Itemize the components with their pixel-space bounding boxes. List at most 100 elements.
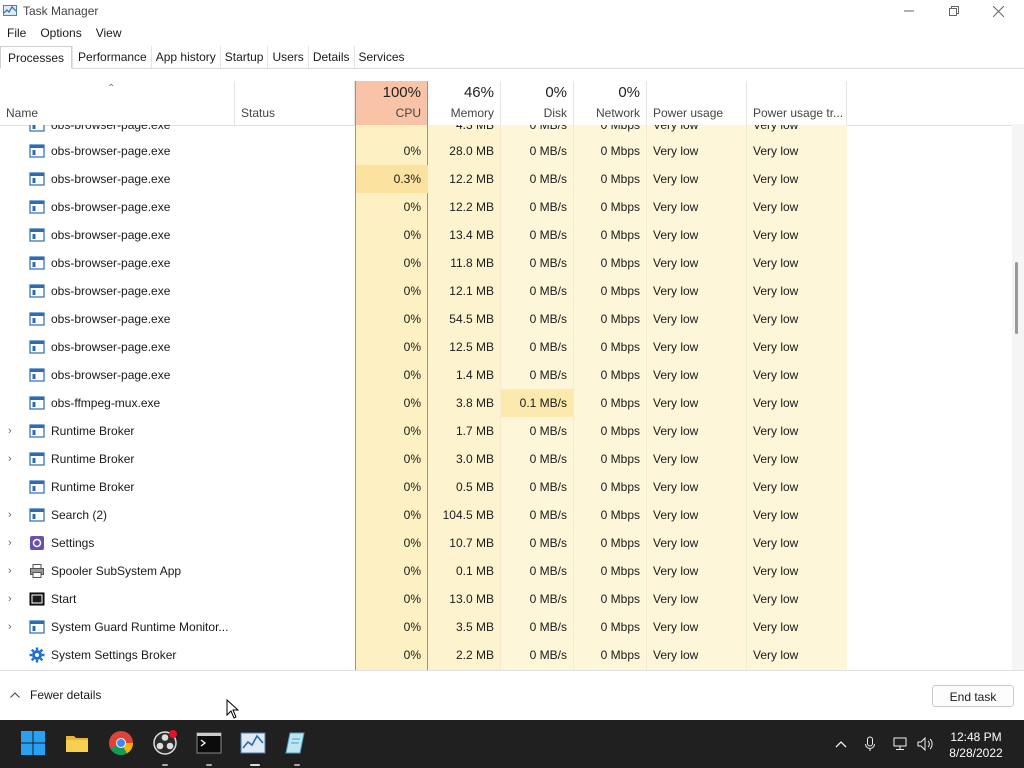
table-row[interactable]: › Start 0% 13.0 MB 0 MB/s 0 Mbps Very low Very … [0, 585, 1012, 613]
notepad-icon[interactable] [284, 730, 310, 756]
table-row[interactable]: obs-browser-page.exe 0% 12.2 MB 0 MB/s 0 Mbp… [0, 193, 1012, 221]
windows-start-icon[interactable] [20, 730, 46, 756]
column-header-power-usage[interactable]: Power usage [647, 81, 747, 125]
table-row[interactable]: › Spooler SubSystem App 0% 0.1 MB 0 MB/s 0 Mb… [0, 557, 1012, 585]
expand-chevron-right-icon[interactable]: › [8, 613, 12, 641]
network-value: 0 Mbps [600, 228, 640, 242]
disk-value: 0 MB/s [529, 284, 567, 298]
table-row[interactable]: obs-browser-page.exe 0% 12.5 MB 0 MB/s 0 Mbp… [0, 333, 1012, 361]
power-trend-value: Very low [753, 620, 799, 634]
end-task-button[interactable]: End task [932, 685, 1014, 707]
tab-services[interactable]: Services [353, 46, 409, 68]
cpu-value: 0% [403, 508, 421, 522]
column-header-disk[interactable]: 0% Disk [501, 81, 574, 125]
table-row[interactable]: obs-browser-page.exe 0% 12.1 MB 0 MB/s 0 Mbp… [0, 277, 1012, 305]
power-trend-value: Very low [753, 648, 799, 662]
scrollbar-thumb[interactable] [1015, 262, 1018, 334]
obs-studio-icon[interactable] [152, 730, 178, 756]
table-row[interactable]: › Runtime Broker 0% 1.7 MB 0 MB/s 0 Mbps Very … [0, 417, 1012, 445]
disk-value: 0 MB/s [529, 424, 567, 438]
tab-users[interactable]: Users [267, 46, 307, 68]
table-row[interactable]: obs-browser-page.exe 0% 28.0 MB 0 MB/s 0 Mbp… [0, 137, 1012, 165]
process-name: Runtime Broker [51, 424, 135, 438]
power-value: Very low [653, 424, 699, 438]
active-indicator [250, 764, 260, 766]
table-row[interactable]: obs-browser-page.exe 0.3% 12.2 MB 0 MB/s 0 M… [0, 165, 1012, 193]
memory-value: 1.7 MB [455, 424, 494, 438]
app-window-icon [29, 125, 45, 132]
app-window-icon [29, 452, 45, 466]
network-icon[interactable] [891, 734, 911, 754]
window-title: Task Manager [23, 4, 99, 18]
expand-chevron-right-icon[interactable]: › [8, 529, 12, 557]
table-row[interactable]: obs-browser-page.exe 0% 54.5 MB 0 MB/s 0 Mbp… [0, 305, 1012, 333]
microphone-icon[interactable] [860, 734, 880, 754]
expand-chevron-right-icon[interactable]: › [8, 417, 12, 445]
tab-details[interactable]: Details [307, 46, 354, 68]
cpu-value: 0% [403, 592, 421, 606]
disk-value: 0 MB/s [529, 172, 567, 186]
column-header-memory[interactable]: 46% Memory [428, 81, 501, 125]
column-header-status[interactable]: Status [235, 81, 355, 125]
minimize-button[interactable] [886, 0, 931, 22]
fewer-details-button[interactable]: Fewer details [10, 688, 101, 702]
cpu-value: 0% [403, 340, 421, 354]
file-explorer-icon[interactable] [64, 730, 90, 756]
power-value: Very low [653, 284, 699, 298]
network-value: 0 Mbps [600, 340, 640, 354]
table-row[interactable]: › Runtime Broker 0% 3.0 MB 0 MB/s 0 Mbps Very … [0, 445, 1012, 473]
column-header-row: ⌃ Name Status 100% CPU 46% Memory 0% Dis… [0, 81, 1012, 126]
table-row[interactable]: System Settings Broker 0% 2.2 MB 0 MB/s 0 Mb… [0, 641, 1012, 669]
restore-button[interactable] [931, 0, 976, 22]
disk-value: 0 MB/s [529, 564, 567, 578]
column-header-name[interactable]: ⌃ Name [0, 81, 235, 125]
tab-app-history[interactable]: App history [150, 46, 220, 68]
column-header-network[interactable]: 0% Network [574, 81, 647, 125]
app-window-icon [29, 256, 45, 270]
column-header-power-usage-trend[interactable]: Power usage tr... [747, 81, 847, 125]
network-value: 0 Mbps [600, 284, 640, 298]
cpu-value: 0% [403, 452, 421, 466]
network-value: 0 Mbps [600, 172, 640, 186]
disk-value: 0 MB/s [529, 620, 567, 634]
expand-chevron-right-icon[interactable]: › [8, 557, 12, 585]
show-hidden-icons-chevron-up-icon[interactable] [831, 734, 851, 754]
tab-startup[interactable]: Startup [219, 46, 268, 68]
expand-chevron-right-icon[interactable]: › [8, 585, 12, 613]
menu-file[interactable]: File [0, 24, 33, 42]
table-row[interactable]: › Settings 0% 10.7 MB 0 MB/s 0 Mbps Very low Ve… [0, 529, 1012, 557]
vertical-scrollbar[interactable] [1012, 124, 1024, 670]
cpu-value: 0% [403, 256, 421, 270]
power-value: Very low [653, 144, 699, 158]
gear-icon [29, 647, 45, 663]
table-row[interactable]: Runtime Broker 0% 0.5 MB 0 MB/s 0 Mbps Very l… [0, 473, 1012, 501]
clock-time: 12:48 PM [950, 730, 1002, 744]
expand-chevron-right-icon[interactable]: › [8, 501, 12, 529]
table-row[interactable]: › System Guard Runtime Monitor... 0% 3.5 MB… [0, 613, 1012, 641]
terminal-icon[interactable] [196, 730, 222, 756]
power-trend-value: Very low [753, 312, 799, 326]
app-window-icon [29, 508, 45, 522]
expand-chevron-right-icon[interactable]: › [8, 445, 12, 473]
table-row[interactable]: obs-browser-page.exe 0% 1.4 MB 0 MB/s 0 Mbps… [0, 361, 1012, 389]
column-label: CPU [395, 106, 421, 120]
tab-performance[interactable]: Performance [72, 46, 151, 68]
table-row[interactable]: obs-ffmpeg-mux.exe 0% 3.8 MB 0.1 MB/s 0 Mbps… [0, 389, 1012, 417]
power-trend-value: Very low [753, 368, 799, 382]
volume-icon[interactable] [916, 734, 936, 754]
close-button[interactable] [976, 0, 1021, 22]
running-indicator [206, 764, 212, 766]
table-row[interactable]: obs-browser-page.exe 0% 11.8 MB 0 MB/s 0 Mbp… [0, 249, 1012, 277]
system-clock[interactable]: 12:48 PM 8/28/2022 [940, 729, 1012, 761]
power-value: Very low [653, 256, 699, 270]
table-row[interactable]: › Search (2) 0% 104.5 MB 0 MB/s 0 Mbps Very lo… [0, 501, 1012, 529]
power-value: Very low [653, 228, 699, 242]
memory-value: 28.0 MB [449, 144, 494, 158]
menu-options[interactable]: Options [33, 24, 88, 42]
tab-processes[interactable]: Processes [0, 46, 73, 69]
task-manager-icon[interactable] [240, 730, 266, 756]
chrome-icon[interactable] [108, 730, 134, 756]
column-header-cpu[interactable]: 100% CPU [355, 81, 428, 125]
menu-view[interactable]: View [89, 24, 129, 42]
table-row[interactable]: obs-browser-page.exe 0% 13.4 MB 0 MB/s 0 Mbp… [0, 221, 1012, 249]
